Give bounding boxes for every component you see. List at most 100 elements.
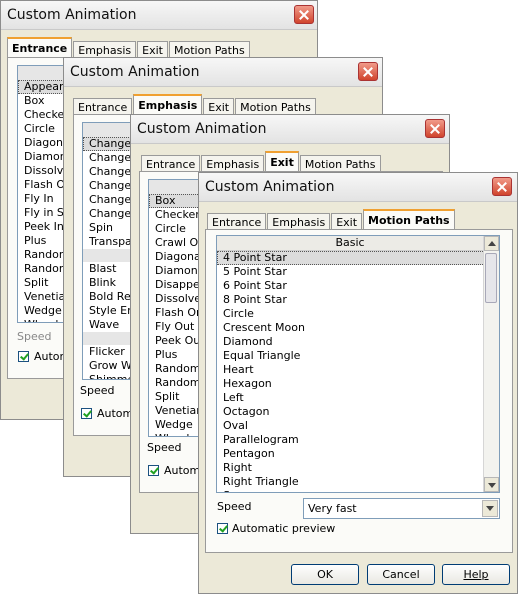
list-item[interactable]: Change F [83,179,133,193]
list-spacer [83,332,133,345]
list-item[interactable]: Hexagon [217,377,499,391]
scroll-up-button[interactable] [484,236,499,251]
list-item[interactable]: Left [217,391,499,405]
category-header: Basic [217,236,483,251]
list-item[interactable]: Flicker [83,345,133,359]
list-item[interactable]: Pentagon [217,447,499,461]
dialog-title: Custom Animation [137,121,267,137]
list-item[interactable]: Disappea [149,278,200,292]
close-icon[interactable] [425,119,445,138]
speed-label: Speed [147,441,182,454]
title-bar[interactable]: Custom Animation [64,58,382,87]
effects-items-group-2: Blast Blink Bold Rev Style Em Wave [83,262,133,332]
list-item[interactable]: Crawl Ou [149,236,200,250]
list-item[interactable]: 8 Point Star [217,293,499,307]
help-button[interactable]: Help [442,564,510,585]
list-item[interactable]: Venetian [149,404,200,418]
speed-selected-value: Very fast [308,502,357,515]
close-icon[interactable] [358,62,378,81]
list-item[interactable]: Right Triangle [217,475,499,489]
list-item[interactable]: Right [217,461,499,475]
list-spacer [83,123,133,137]
list-item[interactable]: Fly Out [149,320,200,334]
list-item[interactable]: Square [217,489,499,492]
close-icon[interactable] [294,5,314,24]
scroll-down-button[interactable] [484,477,499,492]
effects-list[interactable]: BoxCheckerbCircleCrawl OuDiagonalDiamond… [148,179,201,437]
speed-label: Speed [80,384,115,397]
list-item[interactable]: Blink [83,276,133,290]
tab-bar: Entrance Emphasis Exit Motion Paths [141,151,382,173]
title-bar[interactable]: Custom Animation [1,1,317,30]
automatic-preview-label: Automatic preview [232,522,336,535]
title-bar[interactable]: Custom Animation [199,173,517,202]
list-item[interactable]: Peek Out [149,334,200,348]
tab-bar: Entrance Emphasis Exit Motion Paths [73,94,317,116]
help-label: Help [463,568,489,581]
list-item[interactable]: Checkerb [149,208,200,222]
list-item[interactable]: Shimmer [83,373,133,379]
list-item[interactable]: 4 Point Star [217,251,499,265]
list-item[interactable]: Equal Triangle [217,349,499,363]
list-item[interactable]: Change F [83,193,133,207]
effects-items-group-3: FlickerGrow WitShimmer [83,345,133,379]
automatic-preview-checkbox[interactable] [18,351,29,362]
list-item[interactable]: Heart [217,363,499,377]
tab-motion-paths[interactable]: Motion Paths [363,209,455,231]
list-item[interactable]: Grow Wit [83,359,133,373]
list-item[interactable]: Diamond [217,335,499,349]
list-item[interactable]: Flash On [149,306,200,320]
dialog-title: Custom Animation [70,64,200,80]
list-item[interactable]: Split [149,390,200,404]
list-item[interactable]: Style Em [83,304,133,318]
ok-button[interactable]: OK [291,564,359,585]
list-item[interactable]: Wheel [149,432,200,436]
list-item[interactable]: Bold Rev [83,290,133,304]
list-item[interactable]: 6 Point Star [217,279,499,293]
list-item[interactable]: Spin [83,221,133,235]
list-item[interactable]: Change F [83,151,133,165]
list-item[interactable]: Blast [83,262,133,276]
motion-paths-list[interactable]: Basic 4 Point Star 5 Point Star 6 Point St… [216,235,500,493]
chevron-up-icon [488,241,496,246]
list-item[interactable]: Change F [83,207,133,221]
effects-items: BoxCheckerbCircleCrawl OuDiagonalDiamond… [149,194,200,436]
list-item[interactable]: Diagonal [149,250,200,264]
automatic-preview-checkbox[interactable] [148,465,159,476]
list-item[interactable]: Circle [217,307,499,321]
list-item[interactable]: Wave [83,318,133,332]
list-item[interactable]: Change F [83,137,133,151]
tab-entrance[interactable]: Entrance [7,37,73,59]
automatic-preview-checkbox[interactable] [217,523,228,534]
dropdown-button[interactable] [482,500,498,517]
list-item[interactable]: Box [149,194,200,208]
tab-exit[interactable]: Exit [265,151,299,173]
list-item[interactable]: Parallelogram [217,433,499,447]
cancel-button[interactable]: Cancel [367,564,435,585]
list-item[interactable]: Transpar [83,235,133,249]
list-item[interactable]: Circle [149,222,200,236]
automatic-preview-checkbox[interactable] [81,408,92,419]
list-item[interactable]: Plus [149,348,200,362]
list-item[interactable]: Diamond [149,264,200,278]
tab-emphasis[interactable]: Emphasis [133,94,203,116]
dialog-title: Custom Animation [7,7,137,23]
list-scrollbar[interactable] [483,236,499,492]
list-item[interactable]: Octagon [217,405,499,419]
list-item[interactable]: Wedge [149,418,200,432]
chevron-down-icon [486,506,494,511]
list-item[interactable]: Crescent Moon [217,321,499,335]
tab-bar: Entrance Emphasis Exit Motion Paths [7,37,251,59]
list-item[interactable]: Change F [83,165,133,179]
title-bar[interactable]: Custom Animation [131,115,449,144]
list-item[interactable]: Random [149,362,200,376]
scroll-thumb[interactable] [485,253,497,303]
list-item[interactable]: Random [149,376,200,390]
tab-bar: Entrance Emphasis Exit Motion Paths [207,209,456,231]
list-item[interactable]: 5 Point Star [217,265,499,279]
list-item[interactable]: Oval [217,419,499,433]
list-item[interactable]: Dissolve [149,292,200,306]
speed-dropdown[interactable]: Very fast [303,498,500,519]
effects-list[interactable]: Change FChange FChange FChange FChange F… [82,122,134,380]
close-icon[interactable] [492,177,512,196]
